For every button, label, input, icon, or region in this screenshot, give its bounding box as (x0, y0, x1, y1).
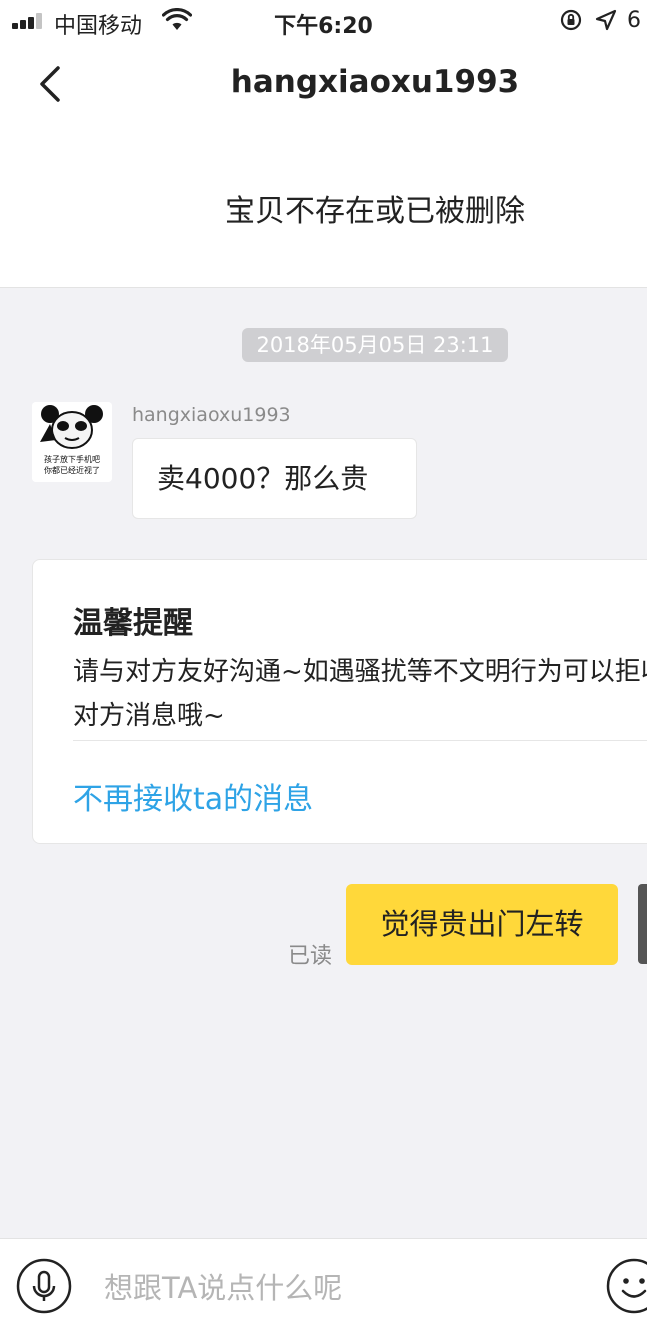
avatar-caption-line1: 孩子放下手机吧 (44, 454, 100, 464)
item-status-text: 宝贝不存在或已被删除 (225, 194, 525, 229)
rotation-lock-icon (560, 9, 582, 31)
emoji-icon[interactable] (606, 1258, 647, 1314)
safety-tip-card: 温馨提醒 请与对方友好沟通~如遇骚扰等不文明行为可以拒收对方消息哦~ 不再接收t… (32, 559, 647, 844)
status-bar: 中国移动 下午6:20 6 (0, 0, 647, 40)
panda-meme-avatar-icon: 孩子放下手机吧 你都已经近视了 (32, 402, 112, 482)
status-time: 下午6:20 (274, 14, 373, 39)
microphone-icon[interactable] (16, 1258, 72, 1314)
avatar[interactable]: 孩子放下手机吧 你都已经近视了 (32, 402, 112, 482)
incoming-message-bubble[interactable]: 卖4000？那么贵 (132, 438, 417, 519)
battery-percent: 6 (627, 8, 641, 33)
avatar[interactable] (638, 884, 647, 964)
divider (73, 740, 647, 741)
input-bar: 想跟TA说点什么呢 (0, 1238, 647, 1334)
read-receipt: 已读 (288, 944, 333, 969)
block-messages-link[interactable]: 不再接收ta的消息 (73, 774, 313, 818)
sender-name: hangxiaoxu1993 (132, 404, 291, 426)
tip-body: 请与对方友好沟通~如遇骚扰等不文明行为可以拒收对方消息哦~ (73, 657, 647, 731)
page-title: hangxiaoxu1993 (230, 64, 520, 100)
location-arrow-icon (595, 9, 617, 31)
nav-bar: hangxiaoxu1993 (0, 40, 647, 130)
message-input[interactable]: 想跟TA说点什么呢 (104, 1265, 342, 1307)
item-banner[interactable]: 宝贝不存在或已被删除 (0, 130, 647, 288)
outgoing-message-bubble[interactable]: 觉得贵出门左转 (346, 884, 618, 965)
avatar-caption-line2: 你都已经近视了 (44, 465, 100, 475)
tip-title: 温馨提醒 (73, 606, 193, 641)
message-timestamp: 2018年05月05日 23:11 (242, 328, 508, 362)
